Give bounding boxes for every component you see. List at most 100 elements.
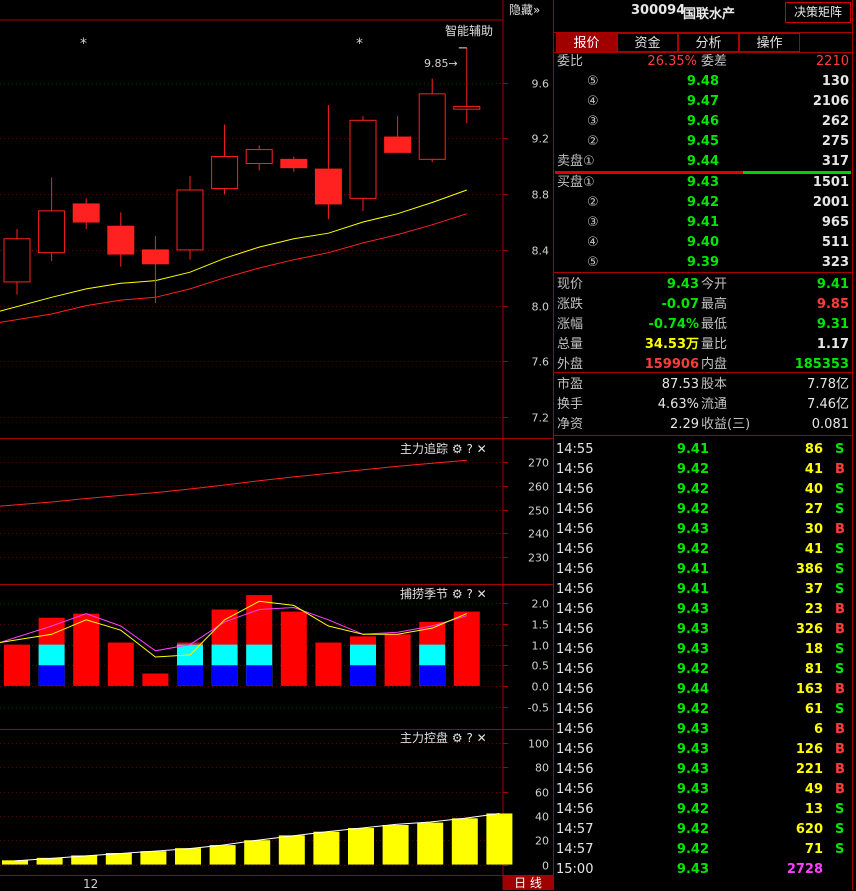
buy-level-label: ⑤	[587, 255, 599, 270]
tab-analysis[interactable]: 分析	[678, 33, 739, 52]
y-tick-label: 0	[542, 860, 549, 873]
sell-level-row[interactable]: ⑤ 9.48 130	[553, 72, 853, 92]
y-tick-label: 1.5	[532, 619, 550, 632]
tick-volume: 620	[795, 822, 823, 837]
sell-level-row[interactable]: ③ 9.46 262	[553, 112, 853, 132]
tab-funds[interactable]: 资金	[617, 33, 678, 52]
buy-level-row[interactable]: 买盘① 9.43 1501	[553, 173, 853, 193]
blue-bar	[350, 665, 376, 686]
tick-price: 9.41	[676, 562, 709, 577]
buy-price: 9.42	[686, 195, 719, 210]
finance-value: 87.53	[661, 377, 699, 392]
tick-time: 14:56	[556, 462, 594, 477]
tick-side: B	[835, 462, 845, 477]
tick-time: 14:56	[556, 722, 594, 737]
close-icon[interactable]: ✕	[477, 587, 487, 601]
y-tick-label: 0.5	[532, 660, 550, 673]
tick-time: 14:56	[556, 762, 594, 777]
tick-row: 14:56 9.42 27 S	[553, 500, 853, 520]
tick-time: 14:57	[556, 822, 594, 837]
help-icon[interactable]: ?	[466, 731, 472, 745]
close-icon[interactable]: ✕	[477, 442, 487, 456]
control-bar	[105, 853, 132, 865]
hide-panel-button[interactable]: 隐藏»	[509, 1, 540, 18]
tick-time: 14:56	[556, 622, 594, 637]
sell-volume: 317	[821, 154, 849, 169]
control-bar	[244, 840, 271, 865]
sell-volume: 130	[821, 74, 849, 89]
tick-price: 9.43	[676, 622, 709, 637]
tick-time: 14:55	[556, 442, 594, 457]
buy-level-label: 买盘①	[557, 175, 595, 190]
finance-value: 7.78亿	[807, 377, 849, 392]
panel-divider	[553, 52, 853, 53]
tick-volume: 86	[804, 442, 823, 457]
finance-value: 4.63%	[657, 397, 699, 412]
tick-row: 14:56 9.41 386 S	[553, 560, 853, 580]
high-annotation: 9.85→	[424, 57, 458, 70]
buy-price: 9.40	[686, 235, 719, 250]
tick-price: 9.42	[676, 482, 709, 497]
tick-side: S	[835, 582, 845, 597]
sell-level-row[interactable]: ④ 9.47 2106	[553, 92, 853, 112]
decision-matrix-button[interactable]: 决策矩阵	[785, 2, 851, 23]
tick-volume: 386	[795, 562, 823, 577]
tick-time: 14:56	[556, 802, 594, 817]
buy-price: 9.43	[686, 175, 719, 190]
buy-level-row[interactable]: ③ 9.41 965	[553, 213, 853, 233]
stock-name: 国联水产	[683, 7, 736, 22]
quote-row: 涨幅 -0.74% 最低 9.31	[553, 315, 853, 335]
candle-body	[245, 149, 273, 165]
control-bar	[313, 831, 340, 865]
quote-value: 9.43	[666, 277, 699, 292]
sell-level-row[interactable]: 卖盘① 9.44 317	[553, 152, 853, 172]
sell-level-label: ③	[587, 114, 599, 129]
candle-body	[384, 136, 412, 153]
buy-level-row[interactable]: ② 9.42 2001	[553, 193, 853, 213]
sell-buy-ratio-bar-red	[555, 171, 743, 174]
tick-time: 14:57	[556, 842, 594, 857]
buy-level-label: ②	[587, 195, 599, 210]
tick-side: S	[835, 542, 845, 557]
tick-price: 9.42	[676, 802, 709, 817]
tick-side: S	[835, 842, 845, 857]
stock-code: 300094	[631, 3, 686, 18]
tick-side: S	[835, 802, 845, 817]
tick-price: 9.41	[676, 442, 709, 457]
y-tick-label: 8.0	[532, 301, 550, 314]
tick-side: B	[835, 742, 845, 757]
gear-icon[interactable]: ⚙	[452, 442, 463, 456]
candle-body	[141, 249, 169, 265]
panel-divider	[553, 272, 853, 273]
gear-icon[interactable]: ⚙	[452, 731, 463, 745]
buy-volume: 511	[821, 235, 849, 250]
sell-price: 9.46	[686, 114, 719, 129]
period-button[interactable]: 日 线	[503, 876, 553, 890]
tick-price: 9.43	[676, 522, 709, 537]
close-icon[interactable]: ✕	[477, 731, 487, 745]
gear-icon[interactable]: ⚙	[452, 587, 463, 601]
quote-label: 总量	[557, 337, 584, 352]
sell-price: 9.45	[686, 134, 719, 149]
tick-price: 9.43	[676, 722, 709, 737]
help-icon[interactable]: ?	[466, 442, 472, 456]
y-tick-label: 270	[528, 457, 549, 470]
sell-price: 9.44	[686, 154, 719, 169]
star-mark: *	[356, 36, 363, 52]
tab-quote[interactable]: 报价	[556, 33, 617, 52]
sell-level-row[interactable]: ② 9.45 275	[553, 132, 853, 152]
control-bar	[175, 848, 201, 865]
sell-volume: 262	[821, 114, 849, 129]
panel-divider	[553, 372, 853, 373]
buy-level-row[interactable]: ⑤ 9.39 323	[553, 253, 853, 273]
quote-label: 涨幅	[557, 317, 584, 332]
indicator-title-buliao-jijie: 捕捞季节 ⚙ ? ✕	[400, 585, 487, 602]
help-icon[interactable]: ?	[466, 587, 472, 601]
tab-operation[interactable]: 操作	[739, 33, 800, 52]
tick-side: S	[835, 442, 845, 457]
tick-row: 14:55 9.41 86 S	[553, 440, 853, 460]
tick-time: 14:56	[556, 782, 594, 797]
red-bar	[384, 634, 411, 686]
finance-label: 收益(三)	[701, 417, 751, 432]
buy-level-row[interactable]: ④ 9.40 511	[553, 233, 853, 253]
